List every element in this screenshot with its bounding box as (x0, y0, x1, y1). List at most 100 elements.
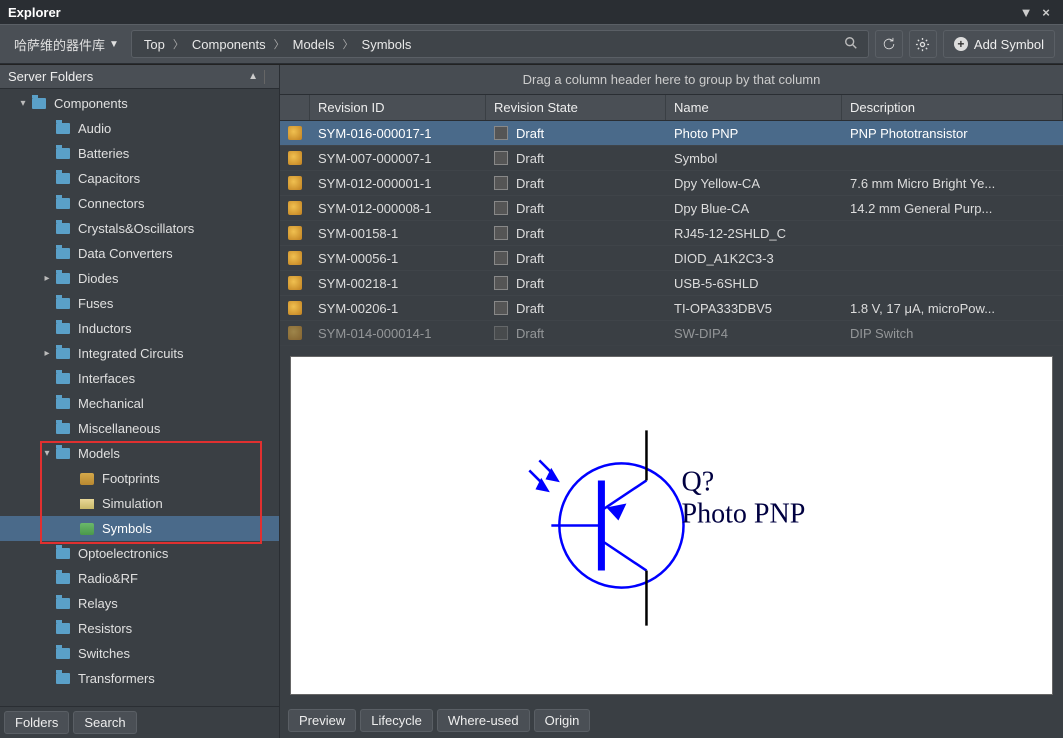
tree-expander-icon[interactable]: ▸ (40, 348, 54, 359)
add-symbol-button[interactable]: + Add Symbol (943, 30, 1055, 58)
group-by-hint[interactable]: Drag a column header here to group by th… (280, 65, 1063, 95)
tree-item-label: Resistors (78, 621, 132, 636)
state-box-icon (494, 176, 508, 190)
breadcrumb-crumb[interactable]: Symbols (354, 37, 420, 52)
breadcrumb-crumb[interactable]: Components (184, 37, 274, 52)
symbol-icon (288, 301, 302, 315)
folder-icon (54, 346, 72, 362)
tree-item-diodes[interactable]: ▸ Diodes (0, 266, 279, 291)
vault-selector[interactable]: 哈萨维的器件库 ▼ (8, 31, 125, 58)
title-bar: Explorer ▼ × (0, 0, 1063, 24)
table-row[interactable]: SYM-014-000014-1DraftSW-DIP4DIP Switch (280, 321, 1063, 346)
tree-item-batteries[interactable]: Batteries (0, 141, 279, 166)
state-box-icon (494, 151, 508, 165)
preview-tab-origin[interactable]: Origin (534, 709, 591, 732)
tree-item-crystals-oscillators[interactable]: Crystals&Oscillators (0, 216, 279, 241)
tree-item-footprints[interactable]: Footprints (0, 466, 279, 491)
cell-revision-id: SYM-016-000017-1 (310, 126, 486, 141)
tree-item-models[interactable]: ▾ Models (0, 441, 279, 466)
table-row[interactable]: SYM-00206-1DraftTI-OPA333DBV51.8 V, 17 μ… (280, 296, 1063, 321)
sym-icon (78, 521, 96, 537)
tree-item-label: Diodes (78, 271, 118, 286)
tree-expander-icon[interactable]: ▾ (16, 98, 30, 109)
tree-item-transformers[interactable]: Transformers (0, 666, 279, 691)
dropdown-icon[interactable]: ▼ (1017, 3, 1035, 21)
settings-button[interactable] (909, 30, 937, 58)
tree-item-label: Capacitors (78, 171, 140, 186)
table-row[interactable]: SYM-00056-1DraftDIOD_A1K2C3-3 (280, 246, 1063, 271)
tree-item-simulation[interactable]: Simulation (0, 491, 279, 516)
designator-text: Q? (682, 466, 715, 497)
tree-item-mechanical[interactable]: Mechanical (0, 391, 279, 416)
table-row[interactable]: SYM-016-000017-1DraftPhoto PNPPNP Photot… (280, 121, 1063, 146)
cell-revision-state: Draft (486, 326, 666, 341)
folder-icon (54, 646, 72, 662)
preview-tab-where-used[interactable]: Where-used (437, 709, 530, 732)
tree-item-label: Inductors (78, 321, 131, 336)
sidebar-header: Server Folders ▲ (0, 65, 279, 89)
tree-item-label: Symbols (102, 521, 152, 536)
tree-item-connectors[interactable]: Connectors (0, 191, 279, 216)
tree-item-label: Simulation (102, 496, 163, 511)
cell-name: Dpy Blue-CA (666, 201, 842, 216)
tree-item-capacitors[interactable]: Capacitors (0, 166, 279, 191)
tree-expander-icon[interactable]: ▾ (40, 448, 54, 459)
state-box-icon (494, 126, 508, 140)
table-row[interactable]: SYM-00218-1DraftUSB-5-6SHLD (280, 271, 1063, 296)
tab-folders[interactable]: Folders (4, 711, 69, 734)
tree-item-optoelectronics[interactable]: Optoelectronics (0, 541, 279, 566)
tree-item-integrated-circuits[interactable]: ▸Integrated Circuits (0, 341, 279, 366)
tab-search[interactable]: Search (73, 711, 136, 734)
tree-item-audio[interactable]: Audio (0, 116, 279, 141)
table-row[interactable]: SYM-012-000008-1DraftDpy Blue-CA14.2 mm … (280, 196, 1063, 221)
content-area: Drag a column header here to group by th… (280, 65, 1063, 738)
cell-name: DIOD_A1K2C3-3 (666, 251, 842, 266)
table-row[interactable]: SYM-012-000001-1DraftDpy Yellow-CA7.6 mm… (280, 171, 1063, 196)
tree-item-components[interactable]: ▾Components (0, 91, 279, 116)
cell-name: SW-DIP4 (666, 326, 842, 341)
cell-description: 14.2 mm General Purp... (842, 201, 1063, 216)
tree-item-miscellaneous[interactable]: Miscellaneous (0, 416, 279, 441)
tree-item-label: Radio&RF (78, 571, 138, 586)
symbol-icon (288, 276, 302, 290)
tree-item-fuses[interactable]: Fuses (0, 291, 279, 316)
tree-item-label: Relays (78, 596, 118, 611)
folder-icon (54, 321, 72, 337)
column-revision-state[interactable]: Revision State (486, 95, 666, 120)
preview-tabs: PreviewLifecycleWhere-usedOrigin (280, 705, 1063, 738)
tree-item-label: Models (78, 446, 120, 461)
tree-item-resistors[interactable]: Resistors (0, 616, 279, 641)
tree-item-label: Interfaces (78, 371, 135, 386)
cell-revision-state: Draft (486, 126, 666, 141)
folder-icon (54, 296, 72, 312)
tree-item-radio-rf[interactable]: Radio&RF (0, 566, 279, 591)
cell-revision-id: SYM-00206-1 (310, 301, 486, 316)
column-description[interactable]: Description (842, 95, 1063, 120)
tree-expander-icon[interactable]: ▸ (40, 273, 54, 284)
tree-item-data-converters[interactable]: Data Converters (0, 241, 279, 266)
column-revision-id[interactable]: Revision ID (310, 95, 486, 120)
tree-item-relays[interactable]: Relays (0, 591, 279, 616)
table-row[interactable]: SYM-007-000007-1DraftSymbol (280, 146, 1063, 171)
cell-name: RJ45-12-2SHLD_C (666, 226, 842, 241)
folder-icon (54, 446, 72, 462)
preview-tab-preview[interactable]: Preview (288, 709, 356, 732)
state-box-icon (494, 226, 508, 240)
preview-tab-lifecycle[interactable]: Lifecycle (360, 709, 433, 732)
search-icon[interactable] (838, 36, 864, 53)
breadcrumb-crumb[interactable]: Top (136, 37, 173, 52)
tree-item-inductors[interactable]: Inductors (0, 316, 279, 341)
refresh-button[interactable] (875, 30, 903, 58)
close-icon[interactable]: × (1037, 3, 1055, 21)
tree-item-switches[interactable]: Switches (0, 641, 279, 666)
caret-up-icon[interactable]: ▲ (248, 71, 258, 82)
breadcrumb-crumb[interactable]: Models (285, 37, 343, 52)
state-box-icon (494, 301, 508, 315)
tree-item-label: Fuses (78, 296, 113, 311)
folder-tree[interactable]: ▾ComponentsAudioBatteries Capacitors Conne… (0, 89, 279, 706)
tree-item-symbols[interactable]: Symbols (0, 516, 279, 541)
folder-icon (54, 171, 72, 187)
tree-item-interfaces[interactable]: Interfaces (0, 366, 279, 391)
column-name[interactable]: Name (666, 95, 842, 120)
table-row[interactable]: SYM-00158-1DraftRJ45-12-2SHLD_C (280, 221, 1063, 246)
